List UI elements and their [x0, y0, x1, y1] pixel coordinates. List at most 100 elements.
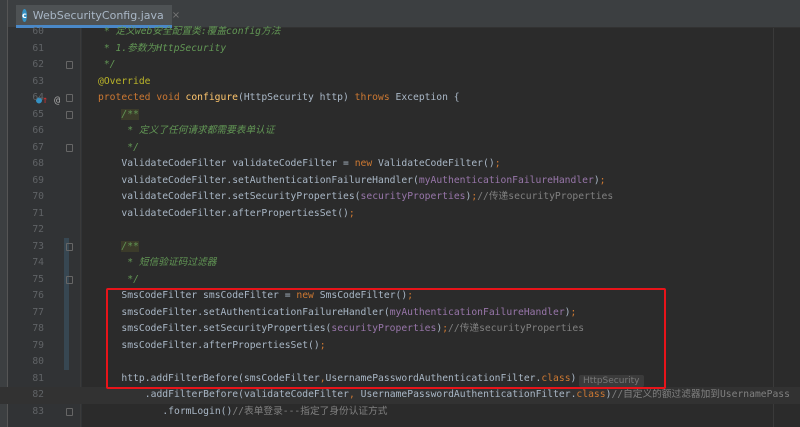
line-number: 73	[32, 240, 44, 252]
fold-marker-icon[interactable]	[66, 94, 73, 102]
code-token: protected void	[98, 92, 186, 103]
code-token: */	[103, 59, 116, 70]
code-token: * 短信验证码过滤器	[127, 257, 217, 268]
code-line[interactable]: 69 validateCodeFilter.setAuthenticationFa…	[0, 173, 800, 190]
fold-marker-icon[interactable]	[66, 61, 73, 69]
code-token: //自定义的额过滤器加到UsernamePass	[611, 389, 790, 400]
code-line[interactable]: 61 * 1.参数为HttpSecurity	[0, 41, 800, 58]
line-number: 67	[32, 141, 44, 153]
code-line[interactable]: 70 validateCodeFilter.setSecurityProperti…	[0, 189, 800, 206]
code-token: * 定义了任何请求都需要表单认证	[127, 125, 275, 136]
fold-marker-icon[interactable]	[66, 143, 73, 152]
line-number: 66	[32, 125, 44, 136]
line-number: 83	[32, 405, 44, 417]
code-token: ValidateCodeFilter validateCodeFilter =	[121, 158, 355, 169]
code-token: ValidateCodeFilter()	[378, 158, 495, 169]
code-token: class	[576, 389, 606, 400]
code-text: */	[127, 140, 139, 157]
code-token: .addFilterBefore(validateCodeFilter	[144, 389, 349, 400]
code-text: ValidateCodeFilter validateCodeFilter = …	[121, 156, 500, 173]
code-token: * 1.参数为HttpSecurity	[103, 42, 227, 54]
code-token: */	[127, 273, 139, 285]
code-text: * 1.参数为HttpSecurity	[104, 41, 226, 58]
line-number: 68	[32, 158, 44, 169]
code-token: UsernamePasswordAuthenticationFilter.	[360, 389, 577, 400]
fold-marker-icon[interactable]	[66, 242, 73, 251]
code-line[interactable]: 66 * 定义了任何请求都需要表单认证	[0, 123, 800, 140]
code-token: /**	[121, 240, 139, 252]
code-token: validateCodeFilter.setSecurityProperties…	[121, 191, 361, 202]
code-text: .addFilterBefore(validateCodeFilter, Use…	[145, 387, 790, 404]
fold-marker-icon[interactable]	[66, 110, 73, 119]
line-number: 82	[32, 389, 44, 400]
code-line[interactable]: 71 validateCodeFilter.afterPropertiesSet(…	[0, 206, 800, 223]
line-number: 65	[32, 108, 44, 120]
line-number: 71	[32, 207, 44, 219]
line-number: 75	[32, 273, 44, 285]
code-token: .formLogin()	[162, 405, 233, 417]
code-line[interactable]: 67 */	[0, 140, 800, 157]
line-number: 61	[32, 42, 44, 54]
code-text: /**	[121, 107, 139, 124]
code-text: protected void configure(HttpSecurity ht…	[98, 90, 460, 107]
code-token: //传递securityProperties	[477, 191, 614, 202]
line-number: 74	[32, 257, 44, 268]
code-token: ,	[348, 389, 361, 400]
code-line[interactable]: 74 * 短信验证码过滤器	[0, 255, 800, 272]
code-text: @Override	[98, 74, 151, 91]
line-number: 78	[32, 323, 44, 334]
code-token: ;	[348, 207, 355, 219]
line-number: 60	[32, 26, 44, 37]
code-text: validateCodeFilter.afterPropertiesSet();	[121, 206, 354, 223]
code-token: ;	[599, 174, 606, 186]
inlay-type-hint: HttpSecurity	[579, 375, 644, 387]
code-text: * 定义web安全配置类:覆盖config方法	[104, 24, 281, 41]
line-number: 63	[32, 75, 44, 87]
code-token: validateCodeFilter.afterPropertiesSet()	[121, 207, 349, 219]
code-token: /**	[121, 108, 139, 120]
code-line[interactable]: 75 */	[0, 272, 800, 289]
code-text: * 定义了任何请求都需要表单认证	[127, 123, 274, 140]
code-text: */	[104, 57, 116, 74]
line-number: 64	[32, 92, 44, 103]
code-line[interactable]: 64 protected void configure(HttpSecurity …	[0, 90, 800, 107]
code-token: (HttpSecurity http)	[238, 92, 355, 103]
line-number: 72	[32, 224, 44, 235]
code-token: configure	[185, 92, 239, 103]
fold-marker-icon[interactable]	[66, 407, 73, 416]
code-text: /**	[121, 239, 139, 256]
code-line[interactable]: 62 */	[0, 57, 800, 74]
code-token: throws	[354, 92, 396, 103]
code-text: validateCodeFilter.setSecurityProperties…	[121, 189, 613, 206]
code-line[interactable]: 72	[0, 222, 800, 239]
code-token: * 定义web安全配置类:覆盖config方法	[103, 26, 281, 37]
code-token: myAuthenticationFailureHandler	[418, 174, 594, 186]
code-line[interactable]: 82 .addFilterBefore(validateCodeFilter, U…	[0, 387, 800, 404]
code-line[interactable]: 83 .formLogin()//表单登录---指定了身份认证方式	[0, 404, 800, 421]
code-token: ;	[494, 158, 501, 169]
line-number: 70	[32, 191, 44, 202]
code-token: securityProperties	[360, 191, 466, 202]
code-text: * 短信验证码过滤器	[127, 255, 216, 272]
line-number: 80	[32, 356, 44, 367]
code-token: */	[127, 141, 139, 153]
tab-title: WebSecurityConfig.java	[32, 8, 164, 22]
code-line[interactable]: 68 ValidateCodeFilter validateCodeFilter …	[0, 156, 800, 173]
code-token: Exception {	[395, 92, 460, 103]
highlight-box	[106, 288, 666, 389]
code-text: .formLogin()//表单登录---指定了身份认证方式	[162, 404, 387, 421]
line-number: 79	[32, 339, 44, 351]
code-token: //表单登录---指定了身份认证方式	[232, 405, 388, 417]
line-number: 69	[32, 174, 44, 186]
line-number: 76	[32, 290, 44, 301]
code-token: new	[354, 158, 379, 169]
code-line[interactable]: 65 /**	[0, 107, 800, 124]
code-line[interactable]: 63 @Override	[0, 74, 800, 91]
fold-marker-icon[interactable]	[66, 275, 73, 284]
code-text: validateCodeFilter.setAuthenticationFail…	[121, 173, 605, 190]
code-token: @Override	[98, 75, 151, 87]
code-line[interactable]: 73 /**	[0, 239, 800, 256]
code-line[interactable]: 60 * 定义web安全配置类:覆盖config方法	[0, 24, 800, 41]
close-tab-icon[interactable]: ×	[172, 10, 180, 21]
line-number: 77	[32, 306, 44, 318]
